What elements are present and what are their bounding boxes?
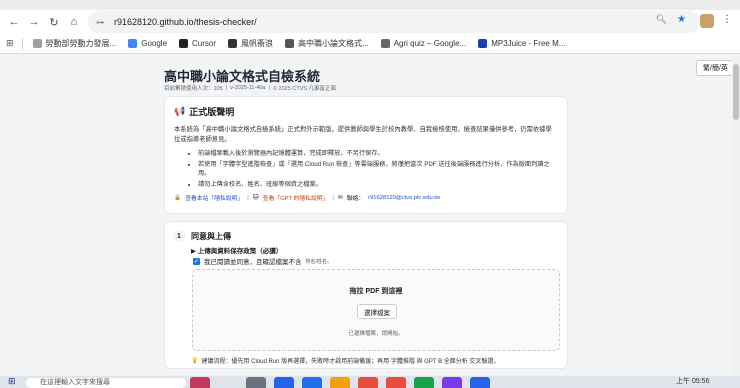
language-button[interactable]: 繁/簡/英 (696, 60, 735, 76)
contact-email-link[interactable]: r91628120@ctvs.ptc.edu.tw (368, 195, 440, 201)
copyright-text: © 2025 CTVS 凡事皆正面 (272, 86, 336, 92)
step-number: 1 (173, 230, 185, 242)
taskbar-app-icon[interactable] (414, 377, 434, 388)
scrollbar[interactable] (732, 54, 740, 376)
agree-checkbox[interactable]: ✓ (193, 257, 200, 265)
taskbar-app-icon[interactable] (246, 377, 266, 388)
forward-icon[interactable]: → (24, 12, 44, 32)
bookmarks-bar: ⊞ 勞動部勞動力發展... Google Cursor 風帆衝浪 高中職小論文格式...… (0, 34, 740, 54)
megaphone-icon: 📢 (174, 106, 186, 116)
bookmark-label: MP3Juice - Free M... (491, 39, 566, 48)
visitor-count: 目前累積使用人次：105 (164, 86, 223, 92)
notice-intro: 本系統為「高中職小論文格式自檢系統」正式對外示範版，提供教師與學生於校內教學、自… (174, 126, 552, 143)
bookmark-item[interactable]: 勞動部勞動力發展... (32, 38, 117, 49)
taskbar-app-icon[interactable] (330, 377, 350, 388)
contact-label: 聯絡： (346, 196, 365, 202)
pdf-drop-zone[interactable]: 拖拉 PDF 到這裡 選擇檔案 已選擇檔案，請開始。 (192, 269, 560, 351)
bookmark-label: 勞動部勞動力發展... (45, 39, 117, 48)
taskbar-app-icon[interactable] (358, 377, 378, 388)
lightbulb-icon: 💡 (191, 358, 199, 364)
taskbar-app-icon[interactable] (274, 377, 294, 388)
upload-card: 1 同意與上傳 ▶ 上傳與資料保存政策（必讀） ✓ 我已閱讀並同意，且確認檔案不… (164, 221, 568, 369)
file-status: 已選擇檔案，請開始。 (348, 331, 404, 337)
notice-card: 📢 正式版聲明 本系統為「高中職小論文格式自檢系統」正式對外示範版，提供教師與學… (164, 96, 568, 214)
bookmark-favicon-icon (228, 39, 238, 48)
taskbar-app-icon[interactable] (218, 377, 238, 388)
page-title: 高中職小論文格式自檢系統 (164, 69, 321, 84)
os-taskbar: ⊞ 在這裡輸入文字來搜尋 上午 05:56 (0, 376, 740, 388)
address-bar[interactable]: ⊶ r91628120.github.io/thesis-checker/ 🔍︎… (88, 11, 700, 33)
taskbar-app-icon[interactable] (302, 377, 322, 388)
home-icon[interactable]: ⌂ (64, 12, 84, 32)
bookmark-label: Google (141, 39, 168, 48)
notice-bullets: 前端檔案載入後於瀏覽器內記憶體運算，完成即釋放，不另行保存。 若使用「字體字型進… (198, 149, 558, 189)
gpt-privacy-link[interactable]: 查看「GPT 的隱私說明」 (263, 193, 329, 202)
policy-toggle[interactable]: ▶ 上傳與資料保存政策（必讀） (191, 245, 282, 255)
gpt-icon: 🐱 (252, 194, 259, 201)
bookmark-label: 高中職小論文格式... (298, 39, 369, 48)
drop-title: 拖拉 PDF 到這裡 (349, 288, 403, 295)
page-viewport: 繁/簡/英 高中職小論文格式自檢系統 目前累積使用人次：105 | v-2025… (0, 54, 740, 376)
bookmark-list: 勞動部勞動力發展... Google Cursor 風帆衝浪 高中職小論文格式... Ag… (32, 38, 578, 49)
url-text[interactable]: r91628120.github.io/thesis-checker/ (114, 17, 257, 27)
extension-icon[interactable] (700, 14, 714, 28)
page-meta: 目前累積使用人次：105 | v-2025-11-40a | © 2025 CT… (164, 85, 336, 92)
reload-icon[interactable]: ↻ (44, 12, 64, 32)
privacy-link[interactable]: 查看本站「隱私說明」 (185, 193, 243, 202)
notice-bullet: 前端檔案載入後於瀏覽器內記憶體運算，完成即釋放，不另行保存。 (198, 149, 558, 159)
bookmark-favicon-icon (478, 39, 488, 48)
browser-toolbar: ← → ↻ ⌂ ⊶ r91628120.github.io/thesis-che… (0, 10, 740, 34)
agree-note: 校名/姓名。 (305, 258, 332, 265)
bookmark-favicon-icon (380, 39, 390, 48)
bookmark-item[interactable]: 風帆衝浪 (228, 38, 273, 49)
site-info-icon[interactable]: ⊶ (96, 18, 104, 27)
bookmark-star-icon[interactable]: ★ (677, 14, 686, 25)
workflow-tip: 💡 建議流程：優先用 Cloud Run 版再選擇，失敗時才啟用前端備援；再用 … (191, 358, 500, 365)
bookmark-favicon-icon (285, 39, 295, 48)
notice-heading: 📢 正式版聲明 (174, 106, 235, 117)
taskbar-search[interactable]: 在這裡輸入文字來搜尋 (26, 378, 186, 388)
choose-file-button[interactable]: 選擇檔案 (357, 304, 397, 319)
mail-icon: ✉ (337, 194, 343, 201)
bookmark-favicon-icon (128, 39, 138, 48)
bookmark-favicon-icon (32, 39, 42, 48)
bookmark-item[interactable]: 高中職小論文格式... (285, 38, 369, 49)
bookmark-label: Cursor (192, 39, 217, 48)
bookmark-label: 風帆衝浪 (241, 39, 274, 48)
notice-bullet: 若使用「字體字型進階檢查」或「選用 Cloud Run 檢查」等雲端服務，將僅把… (198, 160, 558, 179)
taskbar-app-icon[interactable] (442, 377, 462, 388)
version-label: v-2025-11-40a (230, 85, 266, 91)
bookmark-label: Agri quiz – Google... (393, 39, 467, 48)
taskbar-app-icon[interactable] (470, 377, 490, 388)
windows-start-icon[interactable]: ⊞ (8, 376, 16, 387)
bookmark-separator (21, 37, 23, 50)
step-title: 同意與上傳 (191, 232, 231, 241)
notice-links: 🔒 查看本站「隱私說明」 | 🐱 查看「GPT 的隱私說明」 | ✉ 聯絡： r… (174, 193, 441, 203)
bookmark-item[interactable]: Cursor (179, 39, 216, 48)
apps-grid-icon[interactable]: ⊞ (6, 38, 14, 49)
bookmark-item[interactable]: MP3Juice - Free M... (478, 39, 565, 48)
agree-row[interactable]: ✓ 我已閱讀並同意，且確認檔案不含 校名/姓名。 (193, 256, 332, 266)
taskbar-clock: 上午 05:56 (676, 378, 710, 385)
agree-text: 我已閱讀並同意，且確認檔案不含 (204, 259, 302, 266)
notice-bullet: 請勿上傳含校名、姓名、班級等個資之檔案。 (198, 180, 558, 190)
taskbar-apps (190, 377, 490, 388)
scrollbar-thumb[interactable] (733, 64, 739, 120)
back-icon[interactable]: ← (4, 12, 24, 32)
bookmark-item[interactable]: Agri quiz – Google... (380, 39, 467, 48)
bookmark-favicon-icon (179, 39, 189, 48)
zoom-icon[interactable]: 🔍︎ (656, 14, 667, 25)
taskbar-app-icon[interactable] (386, 377, 406, 388)
browser-menu-icon[interactable]: ⋮ (722, 14, 732, 25)
privacy-icon: 🔒 (174, 194, 182, 201)
bookmark-item[interactable]: Google (128, 39, 167, 48)
taskbar-app-icon[interactable] (190, 377, 210, 388)
